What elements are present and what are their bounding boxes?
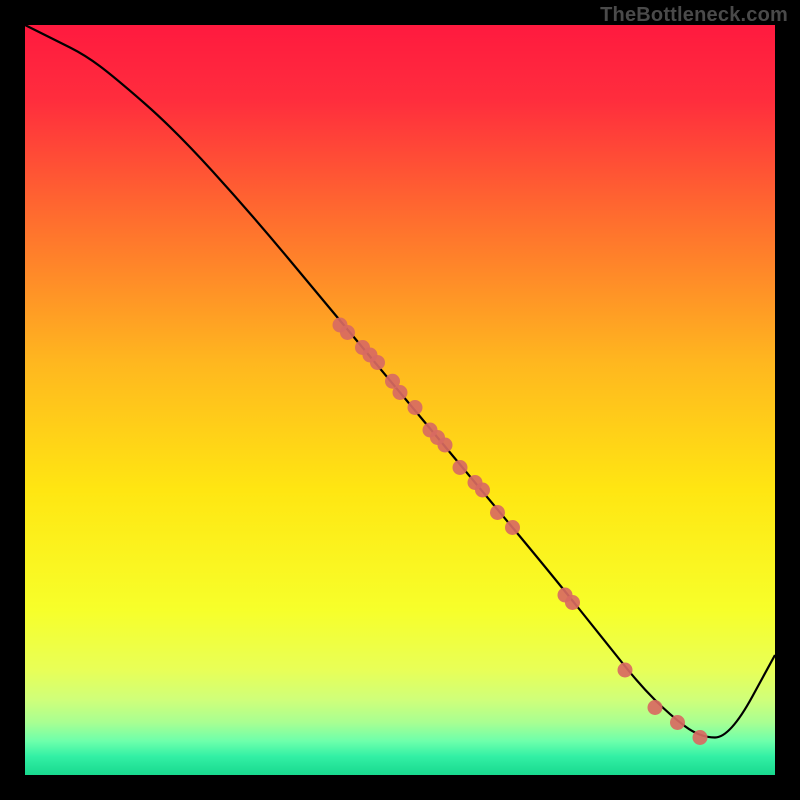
data-point — [453, 460, 468, 475]
data-point — [490, 505, 505, 520]
data-point — [618, 663, 633, 678]
watermark-label: TheBottleneck.com — [600, 4, 788, 27]
data-point — [670, 715, 685, 730]
data-point — [505, 520, 520, 535]
data-point — [648, 700, 663, 715]
plot-area — [25, 25, 775, 775]
data-point — [438, 438, 453, 453]
data-point — [370, 355, 385, 370]
data-point — [475, 483, 490, 498]
data-point — [340, 325, 355, 340]
data-point — [693, 730, 708, 745]
data-point — [408, 400, 423, 415]
chart-frame: TheBottleneck.com — [0, 0, 800, 800]
chart-points — [333, 318, 708, 746]
data-point — [565, 595, 580, 610]
data-point — [393, 385, 408, 400]
chart-overlay — [25, 25, 775, 775]
